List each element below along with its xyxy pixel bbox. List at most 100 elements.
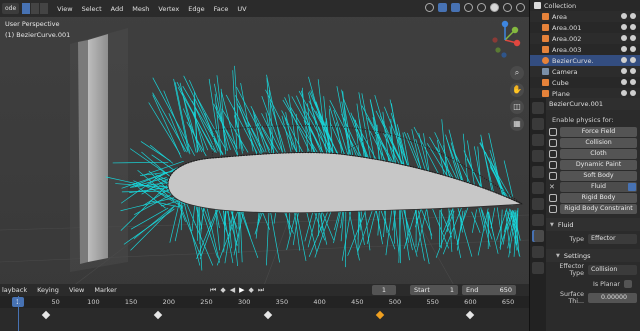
face-select-button[interactable] — [40, 3, 50, 14]
camera-render-icon[interactable] — [630, 57, 636, 63]
eye-icon[interactable] — [621, 68, 627, 74]
outliner-item-area-002[interactable]: Area.002 — [530, 33, 640, 44]
eye-icon[interactable] — [621, 13, 627, 19]
visibility-toggles — [621, 68, 636, 74]
mode-selector[interactable]: ode — [2, 3, 20, 14]
tool-tab-icon[interactable] — [532, 102, 544, 114]
menu-edge[interactable]: Edge — [188, 5, 204, 13]
outliner-item-area[interactable]: Area — [530, 11, 640, 22]
eye-icon[interactable] — [621, 46, 627, 52]
solid-shading-icon[interactable] — [490, 3, 499, 12]
playback-menu[interactable]: layback — [2, 286, 27, 294]
timeline-view-menu[interactable]: View — [69, 286, 84, 294]
xray-icon[interactable] — [464, 3, 473, 12]
zoom-icon[interactable]: ⌕ — [510, 66, 524, 80]
data-tab-icon[interactable] — [532, 262, 544, 274]
scene-tab-icon[interactable] — [532, 150, 544, 162]
collision-button[interactable]: Collision — [549, 138, 637, 148]
particles-tab-icon[interactable] — [532, 214, 544, 226]
jump-end-icon[interactable]: ⏭ — [258, 286, 264, 295]
camera-toggle-icon[interactable] — [628, 183, 636, 191]
eye-icon[interactable] — [621, 90, 627, 96]
visibility-icon[interactable] — [425, 3, 434, 12]
output-tab-icon[interactable] — [532, 134, 544, 146]
play-icon[interactable]: ▶ — [239, 286, 244, 295]
rigid-body-button[interactable]: Rigid Body — [549, 193, 637, 203]
menu-face[interactable]: Face — [214, 5, 229, 13]
play-reverse-icon[interactable]: ◀ — [230, 286, 235, 295]
edge-select-button[interactable] — [31, 3, 41, 14]
eye-icon[interactable] — [621, 79, 627, 85]
eye-icon[interactable] — [621, 35, 627, 41]
keyframe[interactable] — [41, 310, 51, 320]
outliner-item-area-001[interactable]: Area.001 — [530, 22, 640, 33]
object-tab-icon[interactable] — [532, 182, 544, 194]
next-key-icon[interactable]: ◆ — [248, 286, 253, 295]
wireframe-shading-icon[interactable] — [477, 3, 486, 12]
camera-render-icon[interactable] — [630, 46, 636, 52]
eye-icon[interactable] — [621, 57, 627, 63]
outliner-item-cube[interactable]: Cube — [530, 77, 640, 88]
keyframe[interactable] — [465, 310, 475, 320]
keyframe-selected[interactable] — [375, 310, 385, 320]
dynamic-paint-button[interactable]: Dynamic Paint — [549, 160, 637, 170]
gizmo-toggle-icon[interactable] — [438, 3, 447, 12]
keyframe[interactable] — [153, 310, 163, 320]
menu-mesh[interactable]: Mesh — [132, 5, 149, 13]
camera-render-icon[interactable] — [630, 90, 636, 96]
camera-render-icon[interactable] — [630, 35, 636, 41]
camera-view-icon[interactable]: ◫ — [510, 100, 524, 114]
menu-vertex[interactable]: Vertex — [158, 5, 179, 13]
outliner-item-beziercurve[interactable]: BezierCurve. — [530, 55, 640, 66]
outliner-item-camera[interactable]: Camera — [530, 66, 640, 77]
pan-hand-icon[interactable]: ✋ — [510, 83, 524, 97]
vertex-select-button[interactable] — [22, 3, 32, 14]
keyframe[interactable] — [263, 310, 273, 320]
menu-add[interactable]: Add — [111, 5, 124, 13]
soft-body-button[interactable]: Soft Body — [549, 171, 637, 181]
surface-thickness-field[interactable]: 0.00000 — [588, 293, 637, 303]
material-shading-icon[interactable] — [503, 3, 512, 12]
menu-view[interactable]: View — [57, 5, 72, 13]
settings-section-header[interactable]: ▼ Settings — [546, 249, 640, 262]
camera-render-icon[interactable] — [630, 24, 636, 30]
camera-render-icon[interactable] — [630, 79, 636, 85]
rigid-body-constraint-button[interactable]: Rigid Body Constraint — [549, 204, 637, 214]
modifier-tab-icon[interactable] — [532, 198, 544, 210]
3d-viewport[interactable]: ode View Select Add Mesh Vertex Edge Fac… — [0, 0, 529, 296]
frame-ruler[interactable]: 1 50100150200250300350400450500550600650 — [0, 296, 529, 308]
force-field-button[interactable]: Force Field — [549, 127, 637, 137]
keyframe-track[interactable] — [0, 308, 529, 331]
constraints-tab-icon[interactable] — [532, 246, 544, 258]
camera-render-icon[interactable] — [630, 68, 636, 74]
navigation-gizmo[interactable] — [482, 18, 528, 58]
rendered-shading-icon[interactable] — [516, 3, 525, 12]
fluid-section-header[interactable]: ▼ Fluid — [546, 218, 640, 231]
render-tab-icon[interactable] — [532, 118, 544, 130]
grid-view-icon[interactable]: ▦ — [510, 117, 524, 131]
marker-menu[interactable]: Marker — [94, 286, 116, 294]
outliner-item-area-003[interactable]: Area.003 — [530, 44, 640, 55]
jump-start-icon[interactable]: ⏮ — [210, 286, 216, 295]
remove-x-icon[interactable]: ✕ — [549, 182, 555, 192]
outliner-item-collection[interactable]: Collection — [530, 0, 640, 11]
menu-uv[interactable]: UV — [237, 5, 246, 13]
eye-icon[interactable] — [621, 24, 627, 30]
is-planar-checkbox[interactable] — [624, 280, 632, 288]
effector-type-dropdown[interactable]: Collision — [588, 265, 637, 275]
camera-render-icon[interactable] — [630, 13, 636, 19]
cloth-button[interactable]: Cloth — [549, 149, 637, 159]
physics-tab-icon[interactable] — [532, 230, 544, 242]
type-dropdown[interactable]: Effector — [588, 234, 637, 244]
current-frame-field[interactable]: 1 — [372, 285, 396, 295]
start-frame-field[interactable]: Start 1 — [410, 285, 458, 295]
enable-physics-label: Enable physics for: — [552, 116, 614, 124]
world-tab-icon[interactable] — [532, 166, 544, 178]
end-frame-field[interactable]: End 650 — [462, 285, 516, 295]
menu-select[interactable]: Select — [82, 5, 102, 13]
overlay-toggle-icon[interactable] — [451, 3, 460, 12]
keying-menu[interactable]: Keying — [37, 286, 59, 294]
prev-key-icon[interactable]: ◆ — [220, 286, 225, 295]
light-icon — [542, 13, 549, 20]
fluid-button[interactable]: ✕ Fluid — [549, 182, 637, 192]
